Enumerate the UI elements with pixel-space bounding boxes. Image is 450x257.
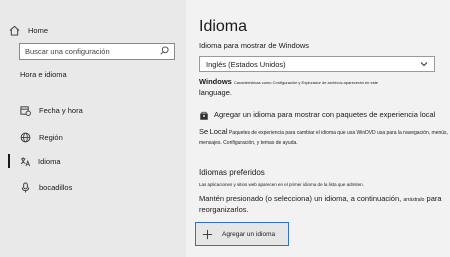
sidebar-item-label: Home [28,25,49,35]
display-language-value: Inglés (Estados Unidos) [206,59,286,69]
section-label: Hora e idioma [20,70,67,79]
windows-note-small: Características como Configuración y Exp… [233,80,379,85]
add-language-label: Agregar un idioma [222,230,276,238]
sidebar-item-label: bocadillos [39,182,73,192]
chevron-down-icon [420,60,428,69]
page-title: Idioma [199,18,248,35]
plus-icon [196,223,218,245]
sidebar-item-fecha-y-hora[interactable]: Fecha y hora [19,103,83,117]
local-desc-local: Local [209,127,228,136]
preferred-languages-hint: Mantén presionado (o selecciona) un idio… [199,194,449,215]
sidebar-item-label: Fecha y hora [39,105,83,115]
display-language-label: Idioma para mostrar de Windows [199,41,310,50]
windows-note-bold: Windows [199,77,232,86]
sidebar-item-region[interactable]: Región [19,130,63,144]
sidebar-item-home[interactable]: Home [8,23,48,37]
package-icon [199,111,210,122]
add-local-text: Agregar un idioma para mostrar con paque… [214,110,436,119]
windows-note-end: language. [199,88,232,97]
preferred-languages-heading: Idiomas preferidos [199,168,265,177]
globe-icon [19,131,31,143]
active-indicator [8,154,10,168]
windows-language-note: Windows Características como Configuraci… [199,77,443,98]
language-icon [19,155,31,167]
calendar-clock-icon [19,104,31,116]
microphone-icon [19,181,31,193]
hint-small: arrástralo [403,197,425,203]
preferred-languages-description: Las aplicaciones y sitios web aparecen e… [199,182,364,187]
hint-part-a: Mantén presionado (o selecciona) un idio… [199,194,402,203]
local-experience-description: Se Local Paquetes de experiencia para ca… [199,127,449,148]
sidebar-item-idioma[interactable]: Idioma [19,154,61,168]
display-language-dropdown[interactable]: Inglés (Estados Unidos) [199,56,435,72]
home-icon [8,24,20,36]
sidebar: Home Buscar una configuración Hora e idi… [0,0,186,257]
add-local-experience-link[interactable]: Agregar un idioma para mostrar con paque… [199,110,449,122]
search-placeholder: Buscar una configuración [25,47,110,56]
local-desc-se: Se [199,127,209,136]
search-input[interactable]: Buscar una configuración [19,43,175,60]
sidebar-item-bocadillos[interactable]: bocadillos [19,180,72,194]
sidebar-item-label: Región [39,132,63,142]
search-icon [160,46,169,57]
add-language-button[interactable]: Agregar un idioma [195,222,289,246]
main-panel: Idioma Idioma para mostrar de Windows In… [186,0,450,257]
local-desc-rest: Paquetes de experiencia para cambiar el … [199,130,448,146]
sidebar-item-label: Idioma [38,156,61,166]
